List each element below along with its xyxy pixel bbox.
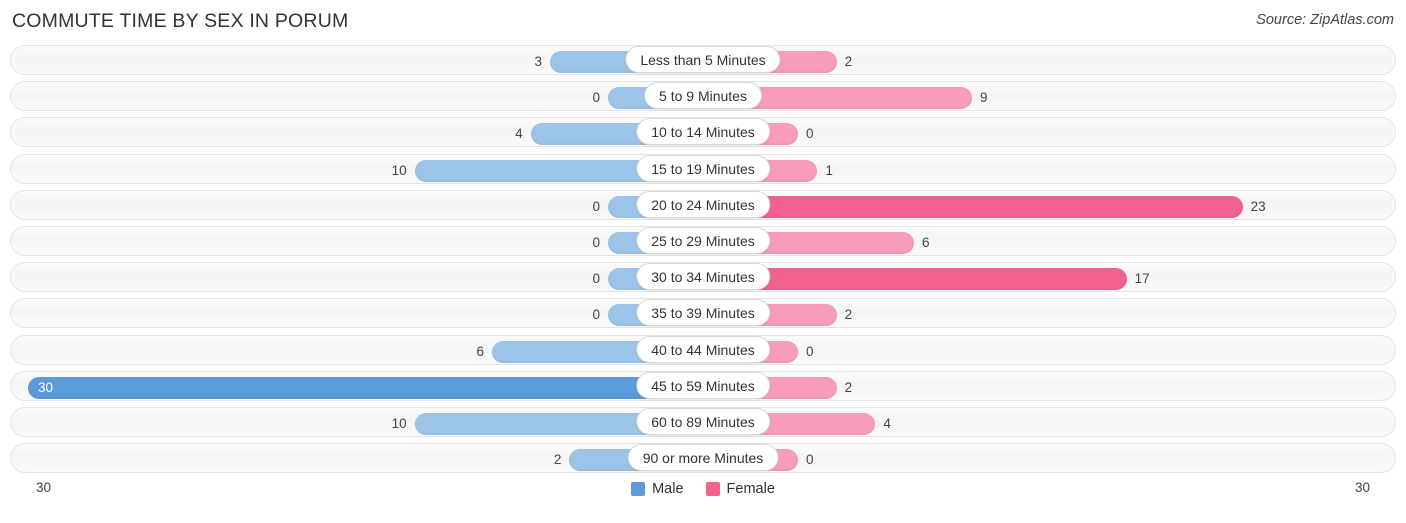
bar-value-male: 2 (553, 452, 562, 468)
legend-swatch-icon (705, 482, 720, 496)
bar-value-male: 0 (592, 198, 600, 214)
category-label: 5 to 9 Minutes (644, 82, 762, 110)
bar-value-female: 1 (825, 162, 833, 178)
chart-row: 6 0 40 to 44 Minutes (10, 332, 1396, 368)
chart-footer: 30 30 Male Female (0, 476, 1406, 516)
legend-item[interactable]: Female (705, 481, 775, 497)
legend-item[interactable]: Male (631, 481, 684, 497)
chart-row: 30 2 45 to 59 Minutes (10, 368, 1396, 404)
chart-container: COMMUTE TIME BY SEX IN PORUM Source: Zip… (0, 0, 1406, 523)
source-attribution: Source: ZipAtlas.com (1256, 12, 1394, 28)
category-label: 60 to 89 Minutes (636, 407, 770, 435)
bar-value-male: 3 (534, 54, 542, 69)
category-label: 10 to 14 Minutes (636, 118, 770, 146)
chart-header: COMMUTE TIME BY SEX IN PORUM Source: Zip… (0, 0, 1406, 42)
bar-value-female: 9 (980, 90, 988, 106)
bar-male[interactable] (28, 376, 703, 399)
bar-value-female: 23 (1250, 198, 1266, 214)
bar-value-male: 0 (592, 307, 600, 323)
category-label: 30 to 34 Minutes (636, 263, 770, 291)
bar-value-male: 0 (592, 234, 600, 250)
category-label: 40 to 44 Minutes (636, 335, 770, 363)
category-label: 15 to 19 Minutes (636, 154, 770, 182)
chart-row: 0 23 20 to 24 Minutes (10, 187, 1396, 223)
category-label: 45 to 59 Minutes (636, 371, 770, 399)
bar-value-male: 0 (592, 271, 600, 287)
bar-value-male: 10 (391, 415, 407, 431)
bar-value-female: 2 (844, 54, 853, 69)
chart-row: 0 6 25 to 29 Minutes (10, 223, 1396, 259)
bar-value-male: 10 (391, 162, 407, 178)
category-label: 25 to 29 Minutes (636, 226, 770, 254)
legend-swatch-icon (631, 482, 646, 496)
chart-row: 3 2 Less than 5 Minutes (10, 42, 1396, 78)
chart-legend: Male Female (0, 481, 1406, 497)
bar-value-female: 0 (806, 126, 814, 142)
chart-row: 10 4 60 to 89 Minutes (10, 404, 1396, 440)
category-label: 20 to 24 Minutes (636, 190, 770, 218)
page-title: COMMUTE TIME BY SEX IN PORUM (12, 10, 349, 32)
legend-label: Female (726, 481, 775, 497)
legend-label: Male (652, 481, 684, 497)
bar-value-female: 6 (922, 234, 930, 250)
bar-value-male-inside: 30 (38, 379, 54, 395)
chart-row: 0 17 30 to 34 Minutes (10, 259, 1396, 295)
plot-area: 3 2 Less than 5 Minutes 0 9 5 to 9 Minutes 4 0 1… (10, 42, 1396, 476)
bar-value-female: 0 (806, 452, 814, 468)
bar-value-male: 6 (476, 343, 484, 359)
category-label: 35 to 39 Minutes (636, 299, 770, 327)
bar-value-female: 2 (844, 379, 853, 395)
chart-row: 2 0 90 or more Minutes (10, 440, 1396, 476)
bar-value-female: 2 (844, 307, 853, 323)
bar-female[interactable] (703, 195, 1243, 218)
bar-value-male: 0 (592, 90, 600, 106)
chart-row: 4 0 10 to 14 Minutes (10, 114, 1396, 150)
category-label: 90 or more Minutes (627, 444, 779, 472)
bar-value-female: 17 (1134, 271, 1150, 287)
bar-value-female: 0 (806, 343, 814, 359)
bar-value-female: 4 (883, 415, 891, 431)
chart-row: 10 1 15 to 19 Minutes (10, 151, 1396, 187)
category-label: Less than 5 Minutes (625, 46, 781, 73)
chart-row: 0 2 35 to 39 Minutes (10, 295, 1396, 331)
bar-value-male: 4 (515, 126, 523, 142)
chart-row: 0 9 5 to 9 Minutes (10, 78, 1396, 114)
